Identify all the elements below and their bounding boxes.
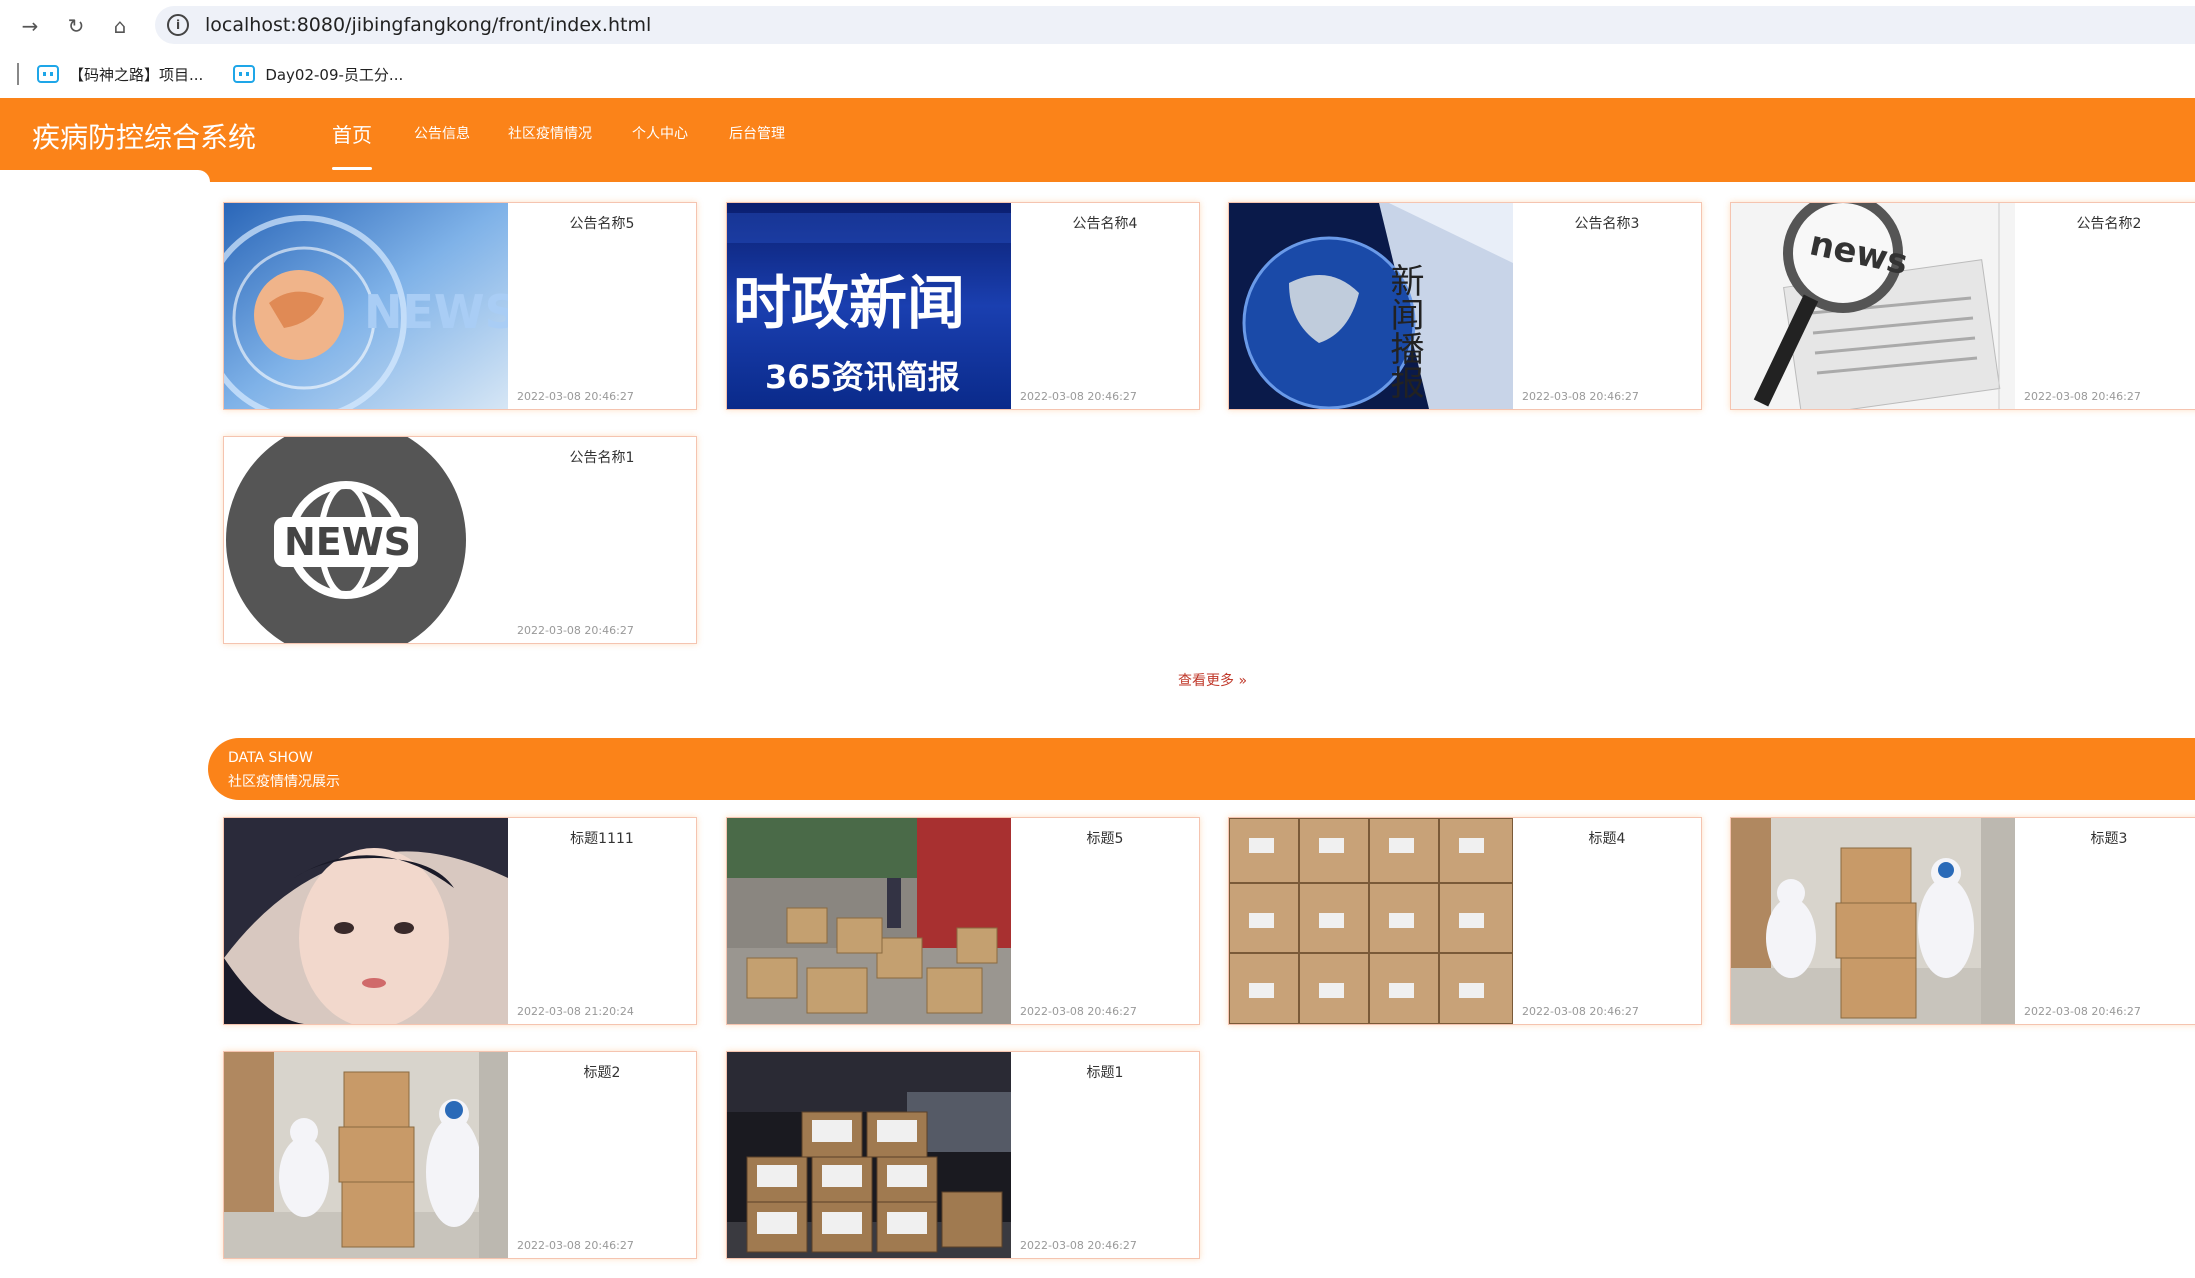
bilibili-icon xyxy=(37,65,59,83)
notice-title[interactable]: 公告名称5 xyxy=(508,213,696,233)
notice-date: 2022-03-08 20:46:27 xyxy=(1020,390,1137,403)
notice-card[interactable]: 时政新闻 365资讯简报 公告名称4 2022-03-08 20:46:27 xyxy=(726,202,1200,410)
case-date: 2022-03-08 20:46:27 xyxy=(2024,1005,2141,1018)
case-title[interactable]: 标题4 xyxy=(1513,828,1701,848)
image-text: 新闻播报 xyxy=(1384,263,1424,399)
case-title[interactable]: 标题3 xyxy=(2015,828,2195,848)
magnifier-newspaper-image: news xyxy=(1731,203,2015,409)
nav-admin[interactable]: 后台管理 xyxy=(729,98,785,168)
case-title[interactable]: 标题1 xyxy=(1011,1062,1199,1082)
bookmarks-bar: 【码神之路】项目... Day02-09-员工分... xyxy=(0,54,2195,94)
forward-icon[interactable]: → xyxy=(16,12,44,40)
stacked-boxes-photo xyxy=(1229,818,1513,1024)
home-icon[interactable]: ⌂ xyxy=(106,12,134,40)
nav-label: 社区疫情情况 xyxy=(508,126,592,142)
shizheng-news-image: 时政新闻 365资讯简报 xyxy=(727,203,1011,409)
case-date: 2022-03-08 20:46:27 xyxy=(517,1239,634,1252)
section-banner: DATA SHOW 社区疫情情况展示 xyxy=(208,738,2195,800)
bilibili-icon xyxy=(233,65,256,83)
bookmark-label: Day02-09-员工分... xyxy=(265,65,404,84)
browser-chrome: → ↻ ⌂ i localhost:8080/jibingfangkong/fr… xyxy=(0,0,2195,98)
section-title-cn: 社区疫情情况展示 xyxy=(228,774,340,790)
notice-title[interactable]: 公告名称2 xyxy=(2015,213,2195,233)
nav-label: 个人中心 xyxy=(632,126,688,142)
notice-date: 2022-03-08 20:46:27 xyxy=(1522,390,1639,403)
section-title-en: DATA SHOW xyxy=(228,750,313,766)
site-logo[interactable]: 疾病防控综合系统 xyxy=(32,116,256,156)
reload-icon[interactable]: ↻ xyxy=(62,12,90,40)
nav-label: 后台管理 xyxy=(729,126,785,142)
news-globe-image: NEWS xyxy=(224,203,508,409)
workers-moving-boxes-photo xyxy=(1731,818,2015,1024)
case-date: 2022-03-08 21:20:24 xyxy=(517,1005,634,1018)
case-title[interactable]: 标题2 xyxy=(508,1062,696,1082)
case-card[interactable]: 标题1 2022-03-08 20:46:27 xyxy=(726,1051,1200,1259)
news-circle-icon-image: NEWS xyxy=(224,437,508,643)
case-title[interactable]: 标题1111 xyxy=(508,828,696,848)
bookmarks-separator xyxy=(17,63,19,85)
bookmark-1[interactable]: 【码神之路】项目... xyxy=(37,64,203,85)
site-header: 疾病防控综合系统 首页 公告信息 社区疫情情况 个人中心 后台管理 xyxy=(0,98,2195,182)
notice-date: 2022-03-08 20:46:27 xyxy=(2024,390,2141,403)
globe-broadcast-image: 新闻播报 xyxy=(1229,203,1513,409)
case-card[interactable]: 标题4 2022-03-08 20:46:27 xyxy=(1228,817,1702,1025)
notice-title[interactable]: 公告名称1 xyxy=(508,447,696,467)
case-card[interactable]: 标题5 2022-03-08 20:46:27 xyxy=(726,817,1200,1025)
case-card[interactable]: 标题1111 2022-03-08 21:20:24 xyxy=(223,817,697,1025)
case-card[interactable]: 标题3 2022-03-08 20:46:27 xyxy=(1730,817,2195,1025)
image-text: NEWS xyxy=(284,520,411,564)
boxes-street-photo xyxy=(727,818,1011,1024)
svg-text:NEWS: NEWS xyxy=(364,285,508,339)
nav-notices[interactable]: 公告信息 xyxy=(414,98,470,168)
portrait-photo xyxy=(224,818,508,1024)
notice-title[interactable]: 公告名称3 xyxy=(1513,213,1701,233)
view-more-link[interactable]: 查看更多 » xyxy=(1178,670,1247,690)
case-date: 2022-03-08 20:46:27 xyxy=(1020,1239,1137,1252)
nav-label: 首页 xyxy=(332,122,372,147)
nav-label: 公告信息 xyxy=(414,126,470,142)
notice-card[interactable]: NEWS 公告名称1 2022-03-08 20:46:27 xyxy=(223,436,697,644)
nav-personal-center[interactable]: 个人中心 xyxy=(632,98,688,168)
header-curve xyxy=(0,170,210,182)
url-text[interactable]: localhost:8080/jibingfangkong/front/inde… xyxy=(205,14,651,36)
case-card[interactable]: 标题2 2022-03-08 20:46:27 xyxy=(223,1051,697,1259)
nav-community-cases[interactable]: 社区疫情情况 xyxy=(508,98,592,168)
case-date: 2022-03-08 20:46:27 xyxy=(1020,1005,1137,1018)
image-text: 365资讯简报 xyxy=(765,358,960,396)
notice-card[interactable]: news 公告名称2 2022-03-08 20:46:27 xyxy=(1730,202,2195,410)
notice-date: 2022-03-08 20:46:27 xyxy=(517,390,634,403)
site-info-icon[interactable]: i xyxy=(167,14,189,36)
nav-home[interactable]: 首页 xyxy=(332,98,372,170)
notice-title[interactable]: 公告名称4 xyxy=(1011,213,1199,233)
address-bar[interactable]: i localhost:8080/jibingfangkong/front/in… xyxy=(155,6,2195,44)
image-text: 时政新闻 xyxy=(733,269,965,337)
address-row: → ↻ ⌂ i localhost:8080/jibingfangkong/fr… xyxy=(0,0,2195,50)
case-date: 2022-03-08 20:46:27 xyxy=(1522,1005,1639,1018)
case-title[interactable]: 标题5 xyxy=(1011,828,1199,848)
medical-supplies-boxes-photo xyxy=(727,1052,1011,1258)
notice-card[interactable]: 新闻播报 公告名称3 2022-03-08 20:46:27 xyxy=(1228,202,1702,410)
bookmark-label: 【码神之路】项目... xyxy=(69,65,204,84)
workers-moving-boxes-photo-2 xyxy=(224,1052,508,1258)
bookmark-2[interactable]: Day02-09-员工分... xyxy=(233,64,403,85)
notice-card[interactable]: NEWS 公告名称5 2022-03-08 20:46:27 xyxy=(223,202,697,410)
notice-date: 2022-03-08 20:46:27 xyxy=(517,624,634,637)
